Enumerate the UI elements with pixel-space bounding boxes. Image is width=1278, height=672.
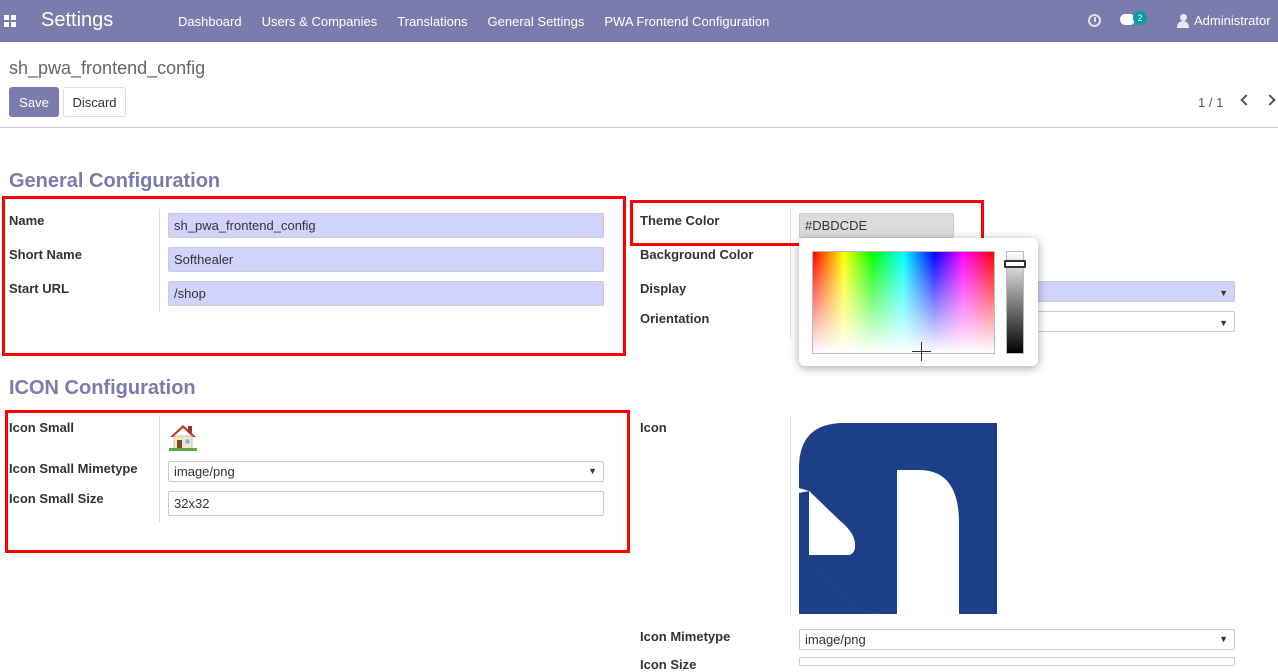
menu-general-settings[interactable]: General Settings — [488, 14, 585, 29]
chat-count-badge: 2 — [1133, 11, 1147, 25]
menu-users-companies[interactable]: Users & Companies — [262, 14, 378, 29]
apps-icon[interactable] — [4, 15, 16, 27]
control-panel-divider — [0, 127, 1278, 128]
pager-value: 1 / 1 — [1198, 95, 1224, 110]
softhealer-logo-icon[interactable] — [799, 423, 997, 614]
icon-configuration-title: ICON Configuration — [9, 377, 196, 399]
pager-previous-icon[interactable] — [1240, 94, 1252, 106]
orientation-label: Orientation — [640, 311, 710, 326]
user-icon[interactable] — [1177, 14, 1189, 28]
chevron-down-icon: ▼ — [1219, 634, 1228, 644]
menu-translations[interactable]: Translations — [397, 14, 467, 29]
app-title[interactable]: Settings — [41, 9, 113, 32]
user-menu[interactable]: Administrator — [1194, 13, 1278, 28]
clock-icon[interactable] — [1088, 14, 1101, 27]
top-menu: Dashboard Users & Companies Translations… — [178, 0, 789, 42]
display-label: Display — [640, 281, 687, 296]
top-navbar: Settings Dashboard Users & Companies Tra… — [0, 0, 1278, 42]
general-configuration-title: General Configuration — [9, 170, 221, 192]
save-button[interactable]: Save — [9, 87, 59, 117]
color-saturation-area[interactable] — [812, 251, 995, 354]
menu-pwa-frontend-configuration[interactable]: PWA Frontend Configuration — [604, 14, 769, 29]
pager-next-icon[interactable] — [1264, 94, 1276, 106]
background-color-label: Background Color — [640, 247, 754, 262]
chevron-down-icon: ▼ — [1219, 318, 1228, 328]
icon-mimetype-label: Icon Mimetype — [640, 629, 731, 644]
icon-mimetype-value: image/png — [805, 632, 866, 647]
icon-label: Icon — [640, 420, 667, 435]
breadcrumb: sh_pwa_frontend_config — [9, 58, 206, 78]
discard-button[interactable]: Discard — [63, 87, 126, 117]
chevron-down-icon: ▼ — [1219, 288, 1228, 298]
field-separator — [790, 416, 791, 616]
highlight-box — [2, 196, 626, 356]
crosshair-cursor-icon — [912, 342, 931, 361]
icon-size-label: Icon Size — [640, 657, 697, 672]
menu-dashboard[interactable]: Dashboard — [178, 14, 242, 29]
lightness-slider-handle[interactable] — [1004, 260, 1026, 268]
icon-mimetype-select[interactable]: image/png ▼ — [799, 629, 1235, 650]
orientation-select[interactable]: ▼ — [1030, 311, 1235, 332]
icon-size-input[interactable] — [799, 657, 1235, 666]
display-select[interactable]: ▼ — [1030, 281, 1235, 302]
highlight-box — [5, 410, 630, 553]
